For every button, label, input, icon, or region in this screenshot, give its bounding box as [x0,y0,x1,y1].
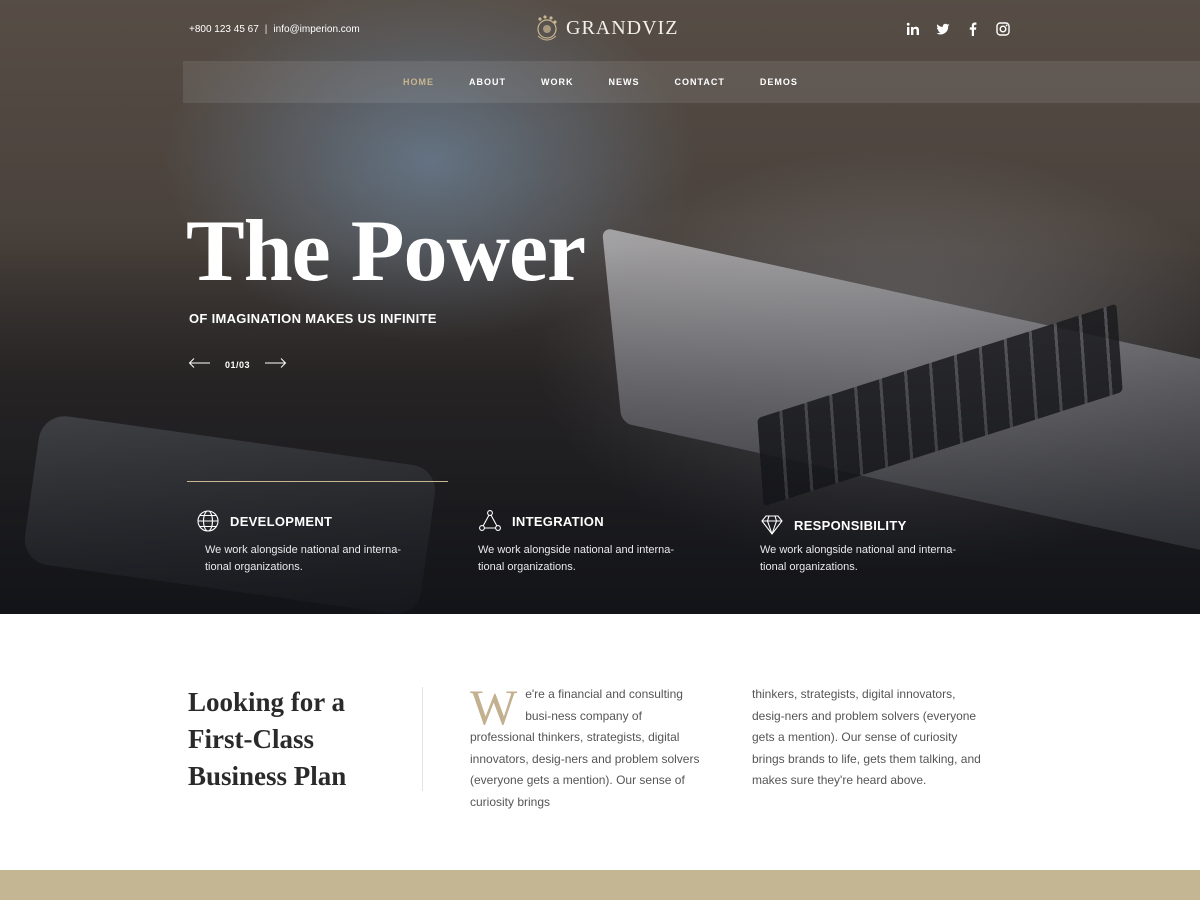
feature-responsibility: RESPONSIBILITY We work alongside nationa… [760,508,1000,576]
hero-subheadline: OF IMAGINATION MAKES US INFINITE [189,311,437,326]
drop-cap: W [470,679,518,735]
facebook-icon[interactable] [965,21,981,37]
about-section: Looking for a First-Class Business Plan … [0,614,1200,870]
feature-text: We work alongside national and interna-t… [478,544,675,573]
feature-development: DEVELOPMENT We work alongside national a… [196,508,436,576]
nav-item-home[interactable]: HOME [403,77,434,87]
feature-text: We work alongside national and interna-t… [760,544,957,573]
feature-text: We work alongside national and interna-t… [205,544,402,573]
main-navigation: HOME ABOUT WORK NEWS CONTACT DEMOS [403,61,833,103]
nav-item-contact[interactable]: CONTACT [675,77,725,87]
email-link[interactable]: info@imperion.com [273,24,359,35]
nav-item-demos[interactable]: DEMOS [760,77,798,87]
hero-headline: The Power [186,203,586,300]
section-title: Looking for a First-Class Business Plan [188,687,347,791]
phone-number[interactable]: +800 123 45 67 [189,24,259,35]
feature-integration: INTEGRATION We work alongside national a… [478,508,718,576]
diamond-icon [760,513,784,537]
about-column-2: thinkers, strategists, digital innovator… [752,687,981,787]
slide-counter: 01/03 [225,360,251,370]
twitter-icon[interactable] [935,21,951,37]
main-navigation-bar: HOME ABOUT WORK NEWS CONTACT DEMOS [183,61,1200,103]
network-icon [478,509,502,533]
linkedin-icon[interactable] [905,21,921,37]
arrow-left-icon[interactable] [188,356,211,374]
slider-controls: 01/03 [188,356,287,374]
social-links [905,21,1011,37]
nav-item-about[interactable]: ABOUT [469,77,506,87]
contact-info: +800 123 45 67 | info@imperion.com [189,24,360,35]
feature-title: INTEGRATION [512,513,604,529]
globe-icon [196,509,220,533]
section-divider [422,687,423,791]
arrow-right-icon[interactable] [264,356,287,374]
footer-band [0,870,1200,900]
brand-name: GRANDVIZ [566,16,679,39]
about-column-1: We're a financial and consulting busi-ne… [470,679,708,813]
contact-separator: | [264,24,268,35]
hero-section: +800 123 45 67 | info@imperion.com GRANDVI… [0,0,1200,614]
instagram-icon[interactable] [995,21,1011,37]
nav-item-work[interactable]: WORK [541,77,574,87]
nav-item-news[interactable]: NEWS [609,77,640,87]
hero-divider [187,481,448,482]
feature-title: DEVELOPMENT [230,513,333,529]
top-bar: +800 123 45 67 | info@imperion.com GRANDVI… [0,0,1200,61]
brand-logo[interactable]: GRANDVIZ [534,13,678,43]
feature-title: RESPONSIBILITY [794,517,907,533]
logo-mark-icon [537,15,557,41]
